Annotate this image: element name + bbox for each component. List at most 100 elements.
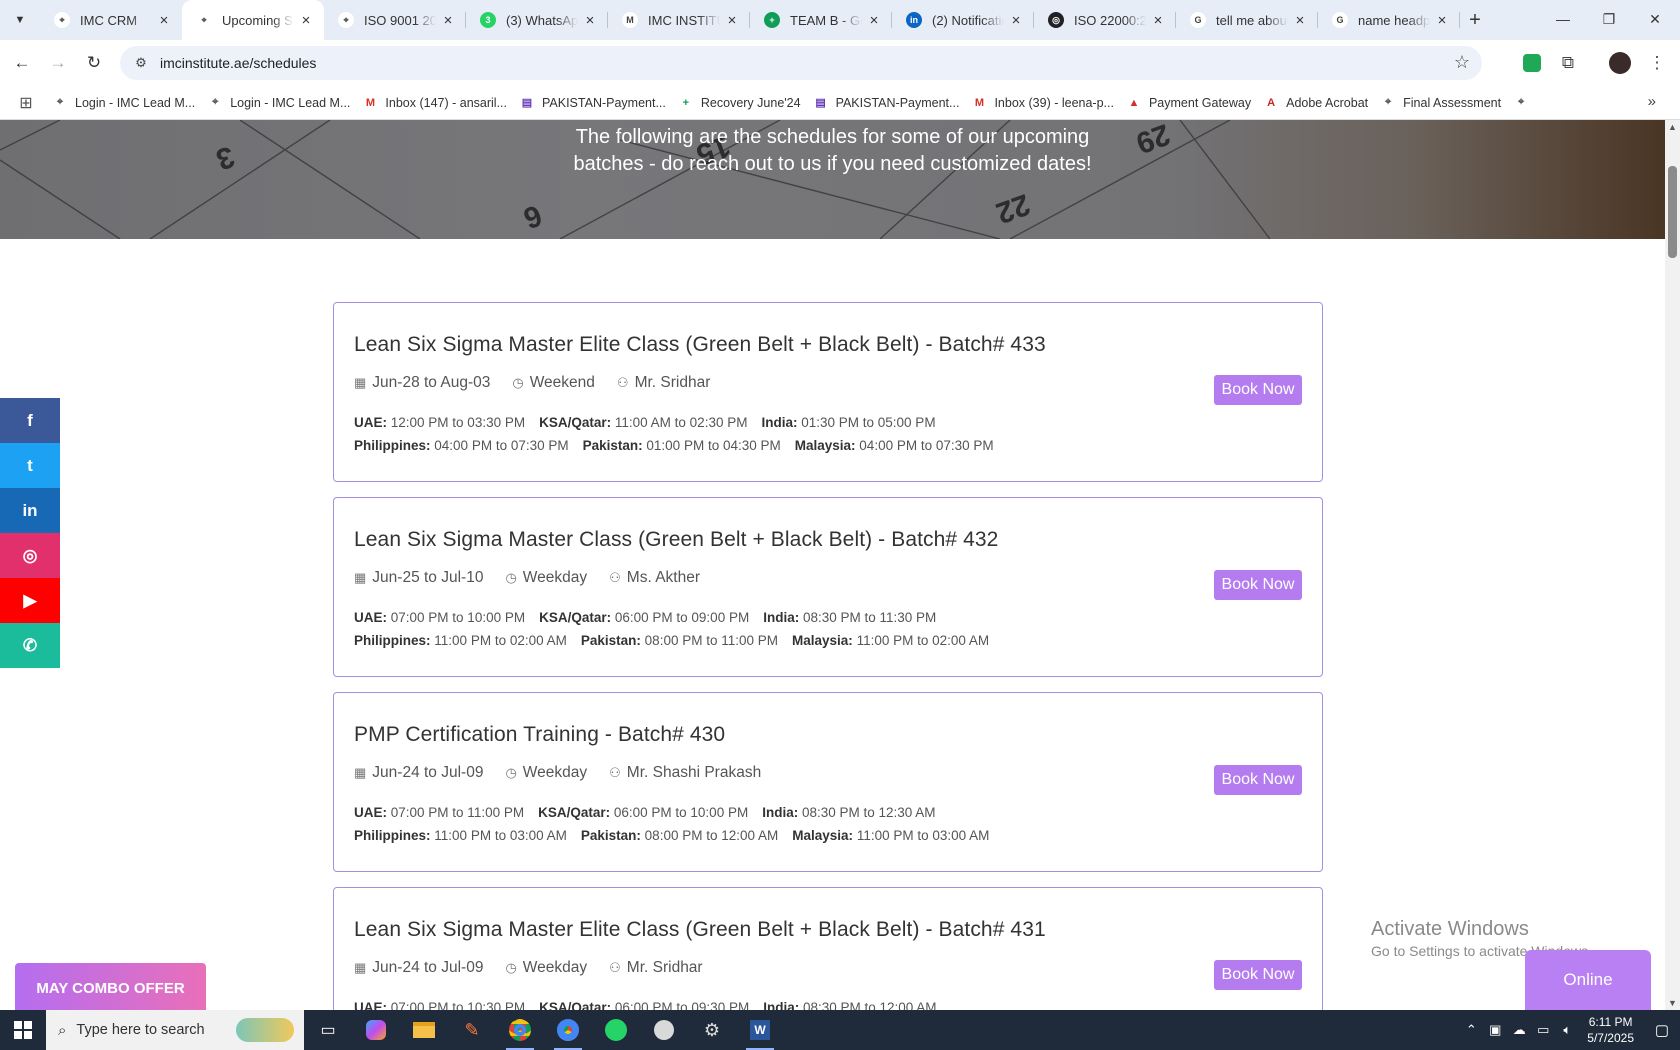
- network-icon[interactable]: ▭: [1532, 1022, 1554, 1038]
- twitter-icon[interactable]: t: [0, 443, 60, 488]
- bookmark-item[interactable]: ▤ PAKISTAN-Payment...: [813, 95, 959, 111]
- facebook-icon[interactable]: f: [0, 398, 60, 443]
- tab-close-icon[interactable]: ×: [1150, 12, 1166, 29]
- bookmark-item[interactable]: ▲ Payment Gateway: [1126, 95, 1252, 111]
- timezone-label: Philippines:: [354, 828, 431, 843]
- hero-line-1: The following are the schedules for some…: [575, 126, 1090, 148]
- hero-banner: 3 6 29 22 15 The following are the sched…: [0, 120, 1665, 239]
- apps-grid-icon[interactable]: ⊞: [12, 93, 40, 113]
- tab-item[interactable]: in (2) Notifications×: [892, 0, 1034, 40]
- browser-menu-icon[interactable]: ⋮: [1645, 51, 1669, 75]
- book-now-button[interactable]: Book Now: [1214, 570, 1302, 600]
- new-tab-icon[interactable]: +: [1462, 8, 1488, 32]
- close-window-icon[interactable]: ✕: [1632, 4, 1678, 34]
- activate-windows-title: Activate Windows: [1371, 918, 1529, 940]
- bookmark-item[interactable]: ⌖: [1513, 95, 1536, 111]
- scroll-up-icon[interactable]: ▲: [1668, 122, 1677, 132]
- reload-icon[interactable]: ↻: [80, 49, 108, 77]
- bookmark-item[interactable]: A Adobe Acrobat: [1263, 95, 1368, 111]
- tab-item[interactable]: 3 (3) WhatsApp ×: [466, 0, 608, 40]
- profile-avatar[interactable]: [1608, 51, 1632, 75]
- chrome-profile-icon[interactable]: [544, 1010, 592, 1050]
- course-dates: ▦ Jun-24 to Jul-09: [354, 764, 483, 782]
- timezone-time: 07:00 PM to 10:00 PM: [390, 610, 526, 625]
- whatsapp-icon[interactable]: ✆: [0, 623, 60, 668]
- bookmark-item[interactable]: ⌖ Final Assessment: [1380, 95, 1501, 111]
- book-now-button[interactable]: Book Now: [1214, 375, 1302, 405]
- timezone-time: 08:30 PM to 12:00 AM: [802, 1000, 937, 1010]
- bookmark-item[interactable]: + Recovery June'24: [678, 95, 801, 111]
- settings-icon[interactable]: ⚙: [688, 1010, 736, 1050]
- tab-item[interactable]: ⌖ ISO 9001 2015×: [324, 0, 466, 40]
- tab-title: IMC CRM: [80, 12, 138, 28]
- linkedin-icon[interactable]: in: [0, 488, 60, 533]
- bookmark-item[interactable]: ⌖ Login - IMC Lead M...: [52, 95, 195, 111]
- forward-icon[interactable]: →: [44, 49, 72, 77]
- back-icon[interactable]: ←: [8, 49, 36, 77]
- course-meta: ▦ Jun-24 to Jul-09 ◷ Weekday ⚇ Mr. Shashi Pra…: [354, 764, 783, 782]
- tab-item[interactable]: ⌖ Upcoming Schedules×: [182, 0, 324, 40]
- tab-close-icon[interactable]: ×: [1292, 12, 1308, 29]
- search-icon: ⌕: [58, 1021, 67, 1039]
- volume-icon[interactable]: 🔈︎: [1556, 1022, 1578, 1038]
- bookmark-item[interactable]: M Inbox (147) - ansaril...: [362, 95, 507, 111]
- bookmark-item[interactable]: ⌖ Login - IMC Lead M...: [207, 95, 350, 111]
- meet-now-icon[interactable]: ▣: [1484, 1022, 1506, 1038]
- tab-close-icon[interactable]: ×: [724, 12, 740, 29]
- bookmark-star-icon[interactable]: ☆: [1454, 52, 1470, 73]
- tab-item[interactable]: Gname headphones×: [1318, 0, 1460, 40]
- tab-item[interactable]: Gtell me about ×: [1176, 0, 1318, 40]
- notification-center-icon[interactable]: ▢: [1644, 1021, 1680, 1039]
- online-chat-button[interactable]: Online: [1525, 950, 1651, 1010]
- url-text[interactable]: imcinstitute.ae/schedules: [160, 55, 316, 71]
- course-dates: ▦ Jun-24 to Jul-09: [354, 959, 483, 977]
- task-view-icon[interactable]: ▭: [304, 1010, 352, 1050]
- taskbar-search-box[interactable]: ⌕ Type here to search: [46, 1010, 304, 1050]
- chrome-icon[interactable]: [496, 1010, 544, 1050]
- windows-start-icon[interactable]: [0, 1010, 46, 1050]
- address-bar[interactable]: ⚙ imcinstitute.ae/schedules ☆: [120, 46, 1482, 80]
- app-pin-icon[interactable]: ✎: [448, 1010, 496, 1050]
- book-now-button[interactable]: Book Now: [1214, 960, 1302, 990]
- bookmark-item[interactable]: M Inbox (39) - leena-p...: [971, 95, 1114, 111]
- tab-item[interactable]: ◎ ISO 22000:2018×: [1034, 0, 1176, 40]
- instagram-icon[interactable]: ◎: [0, 533, 60, 578]
- more-bookmarks-icon[interactable]: »: [1648, 93, 1656, 110]
- scroll-down-icon[interactable]: ▼: [1668, 998, 1677, 1008]
- app-icon[interactable]: [640, 1010, 688, 1050]
- minimize-icon[interactable]: —: [1540, 4, 1586, 34]
- timezone-entry: KSA/Qatar: 11:00 AM to 02:30 PM: [539, 415, 747, 430]
- tab-item[interactable]: + TEAM B - Google Sheets×: [750, 0, 892, 40]
- extension-whatsapp-icon[interactable]: [1520, 51, 1544, 75]
- file-explorer-icon[interactable]: [400, 1010, 448, 1050]
- tab-item[interactable]: M IMC INSTITUTE×: [608, 0, 750, 40]
- tab-search-icon[interactable]: ▼: [8, 8, 32, 32]
- taskbar-clock[interactable]: 6:11 PM 5/7/2025: [1587, 1014, 1634, 1046]
- tab-item[interactable]: ⌖ IMC CRM ×: [40, 0, 182, 40]
- bookmark-item[interactable]: ▤ PAKISTAN-Payment...: [519, 95, 666, 111]
- tab-close-icon[interactable]: ×: [582, 12, 598, 29]
- word-icon[interactable]: W: [736, 1010, 784, 1050]
- tab-close-icon[interactable]: ×: [866, 12, 882, 29]
- whatsapp-taskbar-icon[interactable]: [592, 1010, 640, 1050]
- page-scrollbar[interactable]: ▲ ▼: [1665, 120, 1680, 1010]
- book-now-button[interactable]: Book Now: [1214, 765, 1302, 795]
- schedule-card: Lean Six Sigma Master Class (Green Belt …: [333, 497, 1323, 677]
- youtube-icon[interactable]: ▶: [0, 578, 60, 623]
- tab-title: TEAM B - Google Sheets: [790, 12, 862, 28]
- onedrive-icon[interactable]: ☁: [1508, 1022, 1530, 1038]
- timezone-time: 11:00 PM to 02:00 AM: [856, 633, 990, 648]
- restore-icon[interactable]: ❐: [1586, 4, 1632, 34]
- combo-offer-button[interactable]: MAY COMBO OFFER: [15, 963, 206, 1010]
- tab-close-icon[interactable]: ×: [440, 12, 456, 29]
- tab-close-icon[interactable]: ×: [1008, 12, 1024, 29]
- tab-close-icon[interactable]: ×: [298, 12, 314, 29]
- copilot-icon[interactable]: [352, 1010, 400, 1050]
- show-hidden-icons-icon[interactable]: ⌃: [1460, 1022, 1482, 1038]
- tab-close-icon[interactable]: ×: [1434, 12, 1450, 29]
- timezone-time: 01:00 PM to 04:30 PM: [646, 438, 781, 453]
- site-info-icon[interactable]: ⚙: [130, 55, 152, 71]
- scroll-thumb[interactable]: [1668, 166, 1677, 258]
- extensions-icon[interactable]: ⧉: [1556, 51, 1580, 75]
- tab-close-icon[interactable]: ×: [156, 12, 172, 29]
